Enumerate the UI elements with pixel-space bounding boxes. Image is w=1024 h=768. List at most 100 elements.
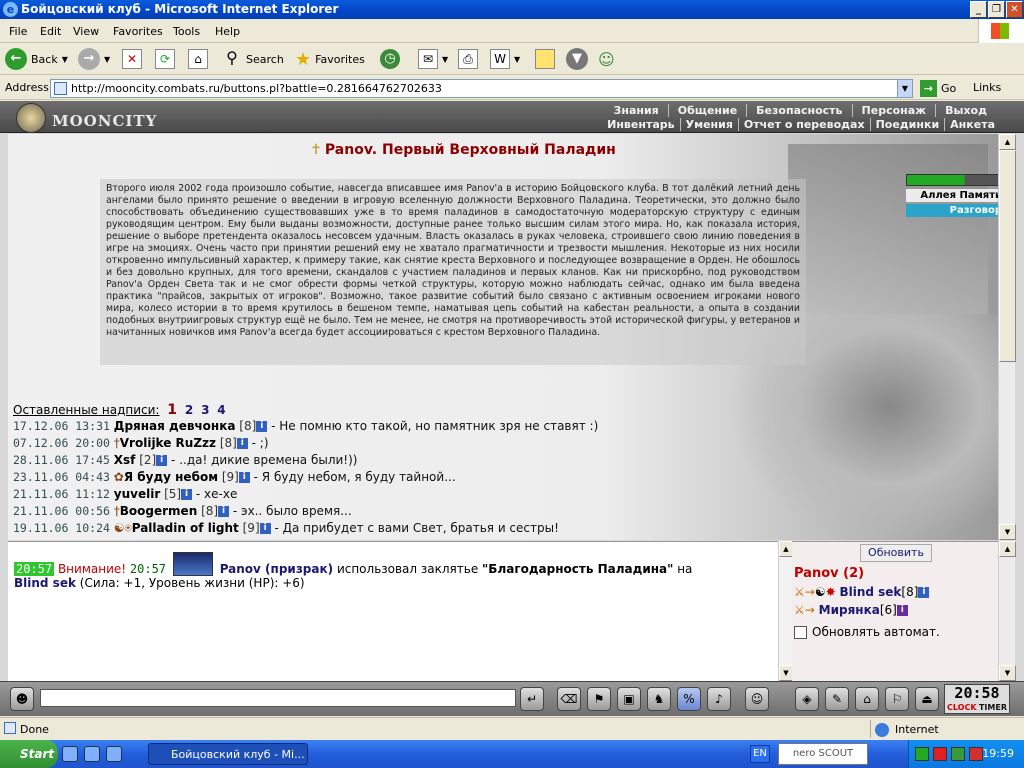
chat-target[interactable]: Blind sek [14,576,76,590]
info-icon[interactable]: i [156,455,168,466]
scroll-icon[interactable]: ✎ [825,687,849,711]
alley-link[interactable]: Аллея Памяти [906,189,998,202]
go-button[interactable]: → Go [920,80,956,97]
refresh-button[interactable]: Обновить [860,544,932,562]
tray-arrow-icon[interactable] [915,747,929,761]
inscription-author[interactable]: Я буду небом [124,470,218,484]
scroll-down-icon[interactable]: ▼ [999,665,1016,681]
filter-icon[interactable]: ⚑ [587,687,611,711]
menu-favorites[interactable]: Favorites [113,25,163,38]
nav-transfers[interactable]: Отчет о переводах [737,118,870,131]
home-button[interactable]: ⌂ [188,47,208,71]
stop-button[interactable]: ✕ [122,47,142,71]
notes-button[interactable] [535,47,555,71]
start-button[interactable]: Start [0,740,58,768]
page-link-1[interactable]: 1 [167,402,177,418]
edit-button[interactable]: W ▼ [490,47,520,71]
info-icon[interactable]: i [918,587,930,598]
menu-view[interactable]: View [73,25,99,38]
page-link-3[interactable]: 3 [201,403,209,417]
nav-profile[interactable]: Анкета [944,118,1000,131]
info-icon[interactable]: i [259,523,271,534]
flag-icon[interactable]: ⚐ [885,687,909,711]
explorer-icon[interactable] [106,746,122,762]
desktop-icon[interactable] [62,746,78,762]
page-link-4[interactable]: 4 [217,403,225,417]
auto-refresh-checkbox[interactable] [794,625,807,639]
percent-icon[interactable]: % [677,687,701,711]
content-scrollbar[interactable]: ▲ ▼ [998,134,1016,540]
nav-duels[interactable]: Поединки [869,118,945,131]
links-button[interactable]: Links [973,81,1001,94]
menu-file[interactable]: File [9,25,27,38]
info-icon[interactable]: i [218,506,230,517]
bag-icon[interactable]: ◈ [795,687,819,711]
forward-button[interactable]: → ▼ [78,47,110,71]
nero-scout[interactable]: nero SCOUT [778,743,868,765]
minimize-button[interactable]: _ [970,1,987,18]
messenger-button[interactable]: ☺ [598,47,615,71]
chat-actor[interactable]: Panov (призрак) [220,562,333,576]
language-indicator[interactable]: EN [750,745,770,763]
menu-help[interactable]: Help [215,25,240,38]
exit-icon[interactable]: ⏏ [915,687,939,711]
history-button[interactable]: ◷ [380,47,400,71]
chat-input[interactable] [40,689,516,707]
sound-icon[interactable]: ♪ [707,687,731,711]
research-button[interactable]: ▼ [566,47,588,71]
scroll-thumb[interactable] [999,150,1016,362]
info-icon[interactable]: i [236,438,248,449]
refresh-button[interactable]: ⟳ [155,47,175,71]
nav-character[interactable]: Персонаж [851,104,936,117]
nav-knowledge[interactable]: Знания [605,104,668,117]
inscription-author[interactable]: Palladin of light [132,521,239,535]
chat-mode-icon[interactable]: ☻ [10,687,34,711]
inscription-author[interactable]: Дряная девчонка [114,419,236,433]
save-icon[interactable]: ▣ [617,687,641,711]
info-icon[interactable]: i [256,421,268,432]
inscription-author[interactable]: yuvelir [114,487,160,501]
back-button[interactable]: ← Back ▼ [5,47,68,71]
inscription-author[interactable]: Boogermen [120,504,197,518]
address-dropdown[interactable]: ▼ [897,79,913,98]
inscription-author[interactable]: Xsf [114,453,136,467]
inscription-author[interactable]: Vrolijke RuZzz [120,436,216,450]
print-button[interactable]: ⎙ [458,47,478,71]
info-icon[interactable]: i [181,489,193,500]
nav-skills[interactable]: Умения [679,118,738,131]
tray-za-icon[interactable] [933,747,947,761]
player-name[interactable]: Blind sek [839,585,901,599]
tray-sound-icon[interactable] [951,747,965,761]
chat-scrollbar[interactable]: ▲ ▼ [778,541,793,681]
fighter-icon[interactable]: ♞ [647,687,671,711]
menu-edit[interactable]: Edit [40,25,61,38]
talk-link[interactable]: Разговор [906,204,998,217]
address-input[interactable]: http://mooncity.combats.ru/buttons.pl?ba… [50,79,913,98]
maximize-button[interactable]: ❐ [988,1,1005,18]
scroll-up-icon[interactable]: ▲ [779,541,793,557]
nav-security[interactable]: Безопасность [746,104,851,117]
scroll-down-icon[interactable]: ▼ [999,524,1016,540]
close-button[interactable]: ✕ [1006,1,1023,18]
favorites-button[interactable]: ★ Favorites [295,47,365,71]
scroll-up-icon[interactable]: ▲ [999,134,1016,150]
ie-icon[interactable] [84,746,100,762]
mail-button[interactable]: ✉ ▼ [418,47,448,71]
eraser-icon[interactable]: ⌫ [557,687,581,711]
nav-inventory[interactable]: Инвентарь [602,118,679,131]
search-button[interactable]: ⚲ Search [222,47,284,71]
nav-communication[interactable]: Общение [667,104,746,117]
online-scrollbar[interactable]: ▲ ▼ [998,541,1016,681]
volume-meter[interactable] [906,174,998,186]
scroll-down-icon[interactable]: ▼ [779,665,793,681]
nav-exit[interactable]: Выход [935,104,996,117]
tray-ati-icon[interactable] [969,747,983,761]
player-name[interactable]: Мирянка [819,603,880,617]
taskbar-item-ie[interactable]: Бойцовский клуб - Mi... [148,743,308,765]
scroll-up-icon[interactable]: ▲ [999,541,1016,557]
info-icon[interactable]: i [238,472,250,483]
info-icon[interactable]: i [896,605,908,616]
send-icon[interactable]: ↵ [520,687,544,711]
smiley-icon[interactable]: ☺ [745,687,769,711]
page-link-2[interactable]: 2 [185,403,193,417]
